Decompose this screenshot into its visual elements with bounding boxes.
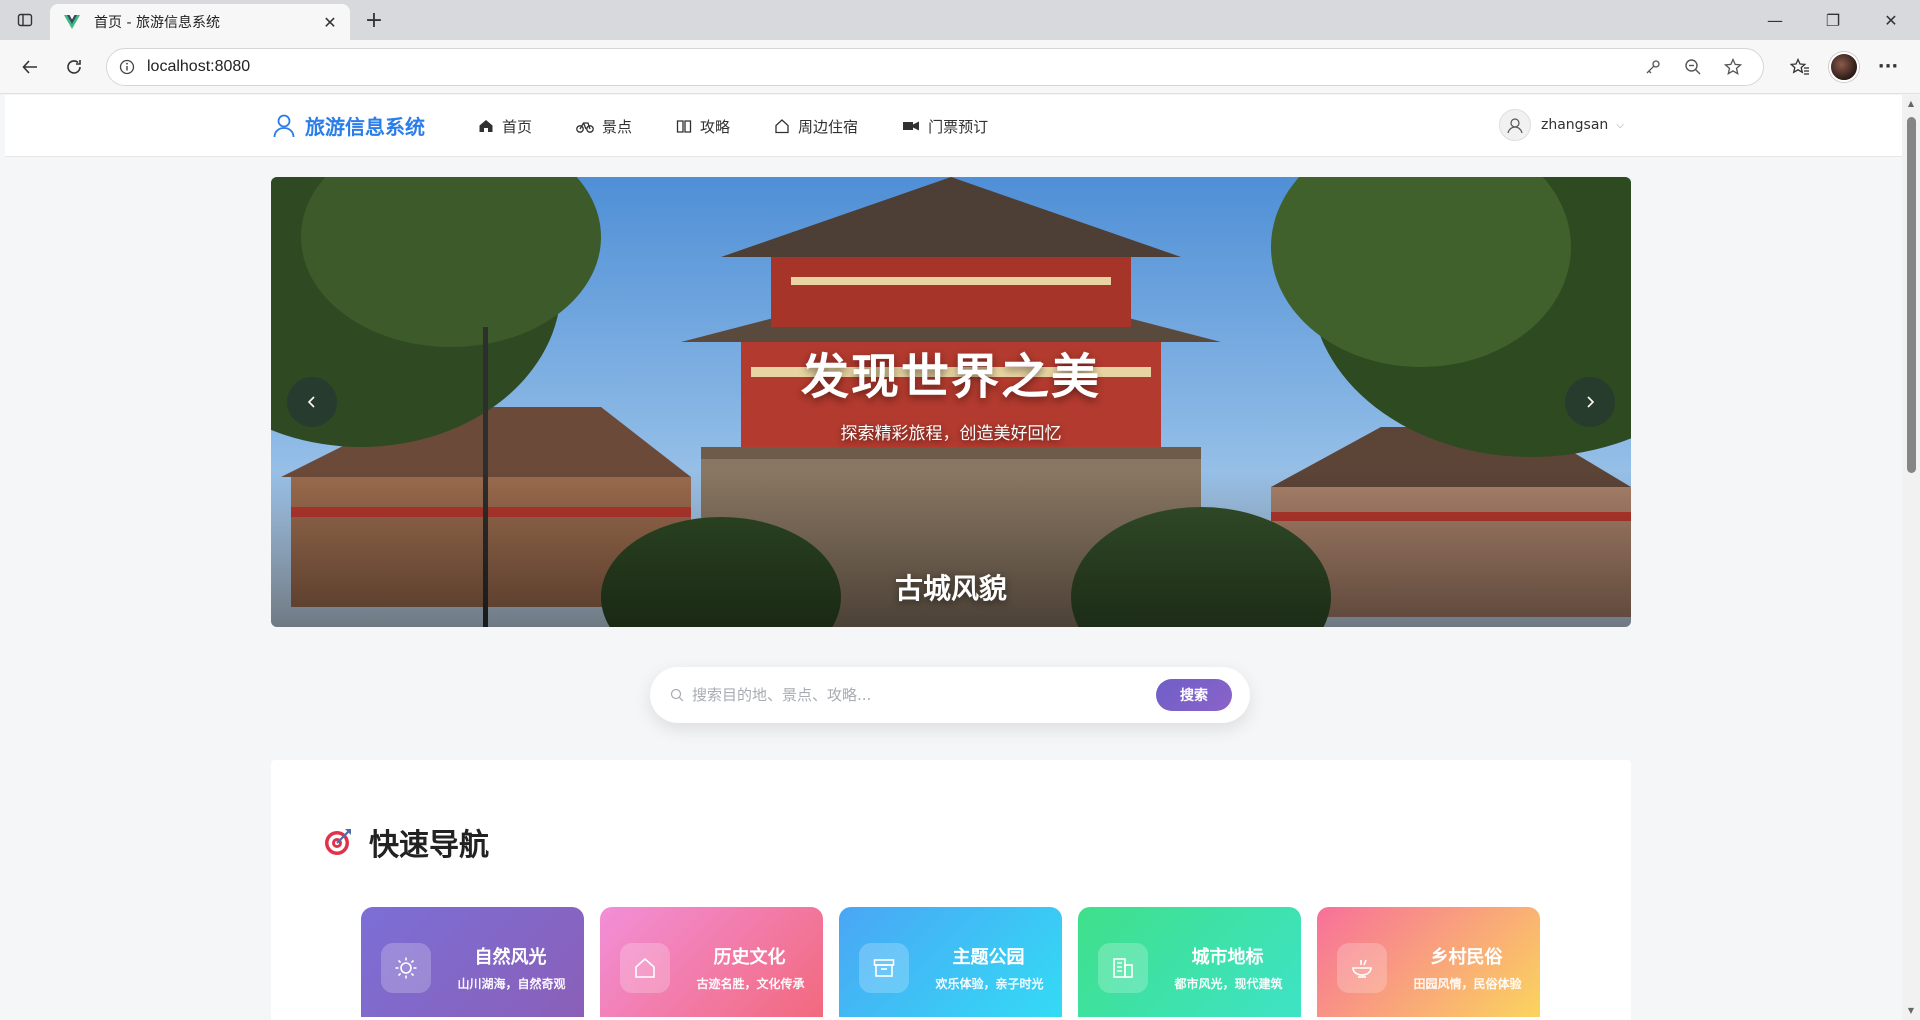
tab-title: 首页 - 旅游信息系统 — [94, 15, 220, 31]
tab-actions-button[interactable] — [0, 0, 50, 40]
vue-favicon-icon — [64, 15, 80, 29]
back-button[interactable] — [10, 47, 50, 87]
key-icon[interactable] — [1633, 51, 1673, 83]
browser-tab[interactable]: 首页 - 旅游信息系统 ✕ — [50, 4, 350, 40]
tile-desc: 欢乐体验，亲子时光 — [935, 977, 1044, 991]
site-info-icon[interactable] — [117, 57, 137, 77]
tile-name: 自然风光 — [474, 947, 547, 968]
carousel-next-button[interactable] — [1565, 377, 1615, 427]
tile-desc: 田园风情，民俗体验 — [1413, 977, 1522, 991]
user-dropdown[interactable]: zhangsan ⌵ — [1499, 109, 1624, 141]
box-icon — [859, 943, 909, 993]
tile-name: 城市地标 — [1191, 947, 1264, 968]
new-tab-button[interactable]: + — [356, 2, 392, 38]
menu-label: 首页 — [502, 117, 533, 136]
quick-nav-heading: 快速导航 — [323, 820, 489, 864]
chevron-left-icon — [307, 396, 315, 408]
tile-name: 历史文化 — [713, 947, 786, 968]
tab-close-icon[interactable]: ✕ — [320, 12, 340, 32]
profile-avatar — [1829, 51, 1859, 82]
scroll-up-icon[interactable]: ▲ — [1906, 99, 1916, 109]
profile-button[interactable] — [1822, 47, 1866, 87]
hero-carousel: 发现世界之美 探索精彩旅程，创造美好回忆 古城风貌 — [271, 177, 1631, 627]
menu-label: 门票预订 — [928, 117, 989, 136]
search-icon — [670, 688, 684, 702]
quick-nav-tiles: 自然风光 山川湖海，自然奇观 历史文化 古迹名胜，文化传承 主题公园 欢乐体验，… — [361, 907, 1556, 1017]
house-icon — [620, 943, 670, 993]
menu-label: 攻略 — [700, 117, 731, 136]
reload-icon — [67, 59, 81, 74]
favorites-button[interactable] — [1778, 47, 1822, 87]
site-brand[interactable]: 旅游信息系统 — [273, 111, 425, 140]
url-text[interactable]: localhost:8080 — [147, 58, 1633, 76]
scroll-down-icon[interactable]: ▼ — [1906, 1006, 1916, 1016]
address-bar[interactable]: localhost:8080 — [106, 47, 1764, 86]
minimize-button[interactable]: — — [1746, 0, 1804, 40]
scrollbar-thumb[interactable] — [1907, 117, 1916, 473]
user-avatar — [1499, 109, 1531, 141]
page-scrollbar[interactable]: ▲ ▼ — [1902, 95, 1920, 1020]
quick-nav-tile-theme-park[interactable]: 主题公园 欢乐体验，亲子时光 — [839, 907, 1062, 1017]
hero-title: 发现世界之美 — [800, 349, 1101, 405]
main-menu: 首页 景点 攻略 周边住宿 门票预订 — [478, 95, 1032, 157]
more-menu-button[interactable]: ··· — [1866, 47, 1910, 87]
menu-item-guides[interactable]: 攻略 — [676, 116, 730, 137]
back-arrow-icon — [22, 59, 37, 74]
user-outline-icon — [273, 114, 295, 137]
book-icon — [676, 120, 692, 133]
menu-label: 周边住宿 — [798, 117, 859, 136]
carousel-prev-button[interactable] — [287, 377, 337, 427]
bicycle-icon — [576, 122, 594, 133]
building-icon — [1098, 943, 1148, 993]
target-icon — [325, 829, 351, 855]
house-icon — [775, 119, 789, 134]
zoom-out-icon[interactable] — [1673, 51, 1713, 83]
menu-label: 景点 — [602, 117, 633, 136]
search-input[interactable] — [692, 686, 1156, 704]
quick-nav-section: 快速导航 自然风光 山川湖海，自然奇观 历史文化 古迹名胜，文化传承 主题公园 … — [271, 760, 1631, 1020]
quick-nav-tile-nature[interactable]: 自然风光 山川湖海，自然奇观 — [361, 907, 584, 1017]
browser-tabbar: 首页 - 旅游信息系统 ✕ + — ❐ ✕ — [0, 0, 1920, 40]
favorites-icon — [1790, 57, 1809, 75]
search-button[interactable]: 搜索 — [1156, 679, 1232, 711]
brand-name: 旅游信息系统 — [305, 115, 425, 139]
quick-nav-title: 快速导航 — [369, 828, 489, 863]
restore-button[interactable]: ❐ — [1804, 0, 1862, 40]
browser-toolbar: localhost:8080 ··· — [0, 40, 1920, 94]
tile-desc: 都市风光，现代建筑 — [1174, 977, 1283, 991]
reload-button[interactable] — [54, 47, 94, 87]
close-window-button[interactable]: ✕ — [1862, 0, 1920, 40]
tab-panel-icon — [17, 13, 33, 27]
hero-subtitle: 探索精彩旅程，创造美好回忆 — [840, 424, 1062, 444]
search-bar: 搜索 — [650, 667, 1250, 723]
username: zhangsan — [1541, 117, 1609, 133]
bowl-icon — [1337, 943, 1387, 993]
tile-desc: 古迹名胜，文化传承 — [696, 977, 805, 991]
window-controls: — ❐ ✕ — [1746, 0, 1920, 40]
menu-item-home[interactable]: 首页 — [478, 116, 532, 137]
ticket-icon — [903, 121, 920, 131]
chevron-right-icon — [1587, 396, 1595, 408]
tile-name: 主题公园 — [952, 947, 1025, 968]
page-viewport: 旅游信息系统 首页 景点 攻略 周边住宿 门票预订 zhangsan ⌵ 发现世… — [0, 95, 1920, 1020]
chevron-down-icon: ⌵ — [1616, 119, 1624, 131]
favorite-star-icon[interactable] — [1713, 51, 1753, 83]
quick-nav-tile-folk[interactable]: 乡村民俗 田园风情，民俗体验 — [1317, 907, 1540, 1017]
quick-nav-tile-landmark[interactable]: 城市地标 都市风光，现代建筑 — [1078, 907, 1301, 1017]
sun-icon — [381, 943, 431, 993]
menu-item-lodging[interactable]: 周边住宿 — [774, 116, 858, 137]
menu-item-attractions[interactable]: 景点 — [576, 116, 632, 137]
avatar-sketch-icon — [1507, 118, 1523, 134]
tile-desc: 山川湖海，自然奇观 — [457, 977, 566, 991]
tile-name: 乡村民俗 — [1430, 947, 1503, 968]
quick-nav-tile-history[interactable]: 历史文化 古迹名胜，文化传承 — [600, 907, 823, 1017]
menu-item-tickets[interactable]: 门票预订 — [902, 116, 988, 137]
site-header: 旅游信息系统 首页 景点 攻略 周边住宿 门票预订 zhangsan ⌵ — [5, 95, 1902, 157]
home-icon — [479, 120, 493, 132]
slide-caption: 古城风貌 — [894, 572, 1007, 605]
